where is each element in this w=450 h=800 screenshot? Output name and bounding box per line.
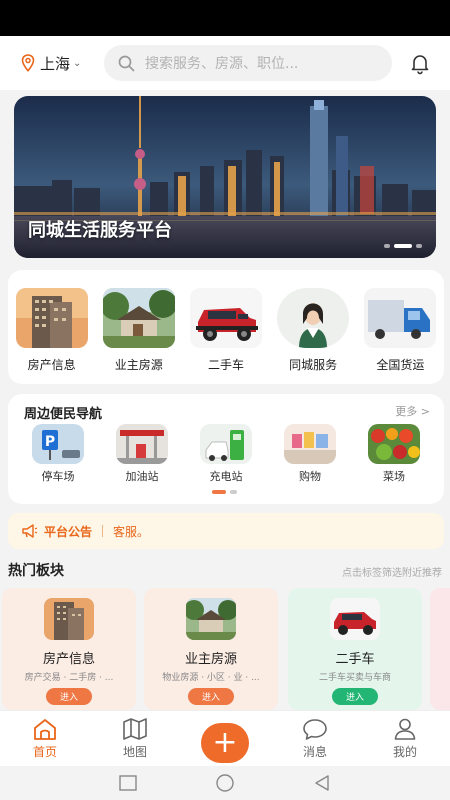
tab-messages[interactable]: 消息 [270, 711, 360, 766]
hot-card-title: 业主房源 [184, 652, 237, 667]
category-label: 同城服务 [289, 358, 338, 372]
hot-section-hint: 点击标签筛选附近推荐 [342, 568, 442, 579]
hot-card-title: 二手车 [335, 652, 375, 667]
page-dot [230, 490, 237, 494]
search-input[interactable]: 搜索服务、房源、职位... [104, 45, 392, 81]
nearby-title: 周边便民导航 [24, 407, 103, 422]
category-local-services[interactable]: 同城服务 [273, 288, 353, 384]
home-circle-icon[interactable] [215, 773, 235, 793]
banner-carousel[interactable]: 同城生活服务平台 [14, 96, 436, 258]
gas-station-icon [116, 424, 168, 464]
red-car-photo-icon [330, 598, 380, 640]
carousel-dot [416, 244, 422, 248]
user-icon [394, 718, 416, 740]
nearby-label: 停车场 [41, 470, 75, 483]
chevron-down-icon: ⌄ [73, 57, 82, 69]
enter-button[interactable]: 进入 [45, 688, 92, 705]
city-selector[interactable]: 上海 ⌄ [20, 53, 100, 74]
category-used-cars[interactable]: 二手车 [186, 288, 266, 384]
tab-profile[interactable]: 我的 [360, 711, 450, 766]
shopping-icon [284, 424, 336, 464]
nearby-label: 充电站 [209, 470, 243, 483]
red-car-photo-icon [189, 288, 262, 348]
building-photo-icon [15, 288, 88, 348]
city-name: 上海 [40, 54, 71, 73]
system-navigation-bar [0, 766, 450, 800]
bottom-tab-bar: 首页 地图 + 消息 我的 [0, 710, 450, 766]
category-label: 全国货运 [376, 358, 425, 372]
garden-house-photo-icon [102, 288, 175, 348]
top-bar: 上海 ⌄ 搜索服务、房源、职位... [0, 36, 450, 90]
map-icon [123, 718, 147, 740]
page-dot-active [212, 490, 226, 494]
announcement-title: 平台公告 [44, 524, 93, 539]
truck-photo-icon [364, 288, 437, 348]
category-label: 房产信息 [27, 358, 76, 372]
tab-label: 我的 [392, 745, 417, 759]
tab-map[interactable]: 地图 [90, 711, 180, 766]
parking-icon: P [32, 424, 84, 464]
enter-button[interactable]: 进入 [187, 688, 234, 705]
garden-house-photo-icon [186, 598, 236, 640]
hot-card-subtitle: 二手车买卖与车商 [318, 673, 391, 683]
tab-label: 消息 [302, 745, 327, 759]
more-link[interactable]: 更多 > [395, 403, 430, 419]
megaphone-icon [22, 524, 38, 538]
location-pin-icon [21, 54, 35, 72]
nearby-item-charging[interactable]: 充电站 [196, 424, 256, 484]
category-national-freight[interactable]: 全国货运 [360, 288, 440, 384]
hot-card-subtitle: 房产交易 · 二手房 · ... [24, 673, 114, 683]
nearby-label: 购物 [299, 470, 321, 483]
service-staff-photo-icon [277, 288, 350, 348]
status-bar [0, 0, 450, 36]
carousel-dot-active [394, 244, 412, 248]
category-owner-listings[interactable]: 业主房源 [99, 288, 179, 384]
banner-title: 同城生活服务平台 [28, 220, 172, 241]
page-indicator [212, 490, 237, 494]
hot-card-subtitle: 物业房源 · 小区 · 业 · ... [162, 673, 260, 683]
carousel-dot [384, 244, 390, 248]
announcement-text: 客服。 [113, 524, 150, 539]
search-icon [118, 55, 135, 71]
message-icon [303, 719, 327, 740]
bell-icon[interactable] [408, 51, 432, 75]
category-grid: 房产信息 业主房源 二手车 同城服务 全国货运 [8, 270, 444, 384]
nearby-item-market[interactable]: 菜场 [364, 424, 424, 484]
hot-section-title: 热门板块 [8, 563, 64, 579]
hot-card-owner-listings[interactable]: 业主房源 物业房源 · 小区 · 业 · ... 进入 [144, 588, 278, 710]
hot-card-title: 房产信息 [42, 652, 95, 667]
search-placeholder: 搜索服务、房源、职位... [145, 56, 299, 72]
nearby-label: 菜场 [383, 470, 405, 483]
charging-station-icon [200, 424, 252, 464]
vegetable-market-icon [368, 424, 420, 464]
tab-home[interactable]: 首页 [0, 711, 90, 766]
plus-icon: + [201, 723, 249, 763]
nearby-navigation-card: 周边便民导航 更多 > P 停车场 加油站 充电站 购物 菜场 [8, 394, 444, 504]
nearby-item-parking[interactable]: P 停车场 [28, 424, 88, 484]
nearby-item-shopping[interactable]: 购物 [280, 424, 340, 484]
back-triangle-icon[interactable] [313, 774, 331, 792]
nearby-label: 加油站 [125, 470, 159, 483]
svg-text:P: P [45, 434, 55, 450]
hot-card-used-cars[interactable]: 二手车 二手车买卖与车商 进入 [288, 588, 422, 710]
hot-card-partial[interactable] [430, 588, 450, 710]
hot-card-house-info[interactable]: 房产信息 房产交易 · 二手房 · ... 进入 [2, 588, 136, 710]
home-icon [34, 719, 56, 740]
enter-button[interactable]: 进入 [331, 688, 378, 705]
announcement-bar[interactable]: 平台公告 客服。 [8, 513, 444, 549]
building-photo-icon [44, 598, 94, 640]
carousel-indicator [384, 244, 422, 248]
divider [102, 525, 104, 537]
nearby-item-gas-station[interactable]: 加油站 [112, 424, 172, 484]
tab-label: 首页 [32, 745, 57, 759]
category-house-info[interactable]: 房产信息 [12, 288, 92, 384]
tab-publish[interactable]: + [180, 711, 270, 766]
category-label: 二手车 [207, 358, 244, 372]
tab-label: 地图 [122, 745, 147, 759]
category-label: 业主房源 [114, 358, 163, 372]
recent-apps-icon[interactable] [119, 775, 137, 791]
